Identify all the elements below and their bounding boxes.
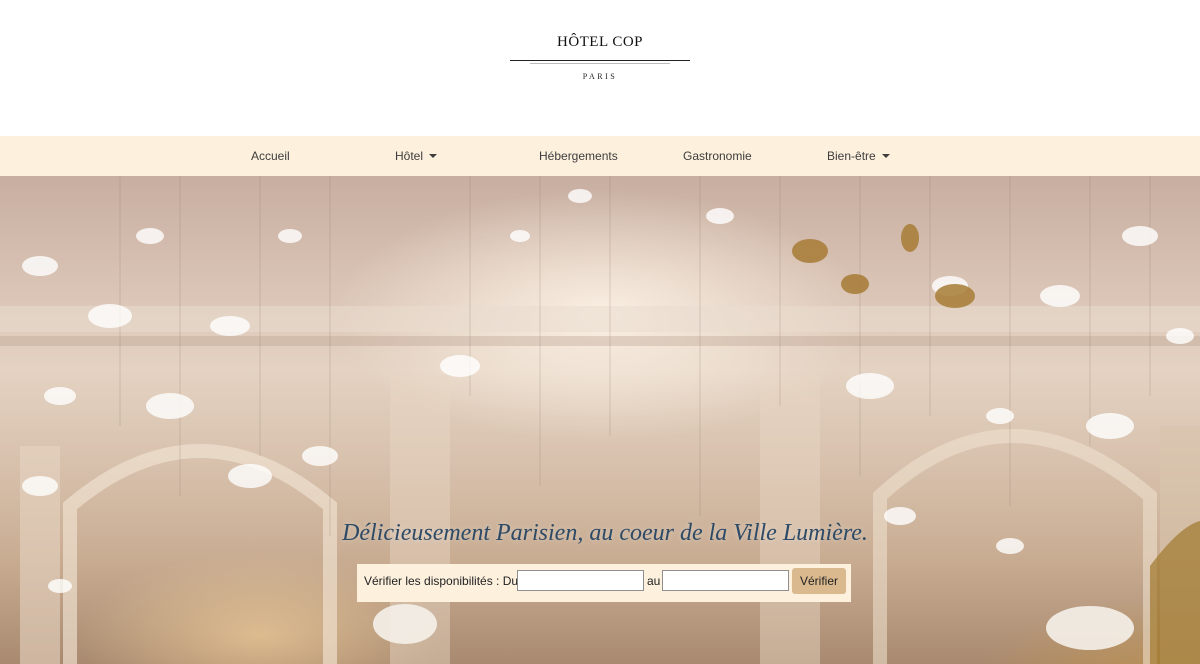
date-separator-label: au	[647, 574, 661, 588]
hero-tagline: Délicieusement Parisien, au coeur de la …	[342, 520, 868, 546]
date-from-input[interactable]	[517, 570, 644, 591]
hotel-logo[interactable]: HÔTEL COP PARIS	[500, 34, 700, 81]
logo-title: HÔTEL COP	[556, 34, 644, 50]
caret-down-icon	[881, 153, 890, 158]
nav-item-label: Hébergements	[539, 149, 618, 163]
availability-label: Vérifier les disponibilités : Du	[364, 574, 519, 588]
nav-item-label: Bien-être	[827, 149, 876, 163]
nav-item-hotel[interactable]: Hôtel	[395, 136, 438, 176]
hero-banner: Délicieusement Parisien, au coeur de la …	[0, 176, 1200, 664]
nav-item-accueil[interactable]: Accueil	[251, 136, 290, 176]
logo-city: PARIS	[582, 72, 618, 81]
date-to-input[interactable]	[662, 570, 789, 591]
site-header: HÔTEL COP PARIS	[0, 0, 1200, 136]
main-nav: Accueil Hôtel Hébergements Gastronomie B…	[0, 136, 1200, 176]
verify-button[interactable]: Vérifier	[792, 568, 846, 594]
availability-form: Vérifier les disponibilités : Du au Véri…	[357, 564, 851, 602]
nav-item-gastronomie[interactable]: Gastronomie	[683, 136, 752, 176]
caret-down-icon	[429, 153, 438, 158]
nav-item-bien-etre[interactable]: Bien-être	[827, 136, 890, 176]
nav-item-label: Gastronomie	[683, 149, 752, 163]
nav-item-label: Accueil	[251, 149, 290, 163]
nav-item-hebergements[interactable]: Hébergements	[539, 136, 618, 176]
logo-divider	[510, 60, 690, 61]
logo-divider-thin	[530, 63, 670, 64]
nav-item-label: Hôtel	[395, 149, 424, 163]
